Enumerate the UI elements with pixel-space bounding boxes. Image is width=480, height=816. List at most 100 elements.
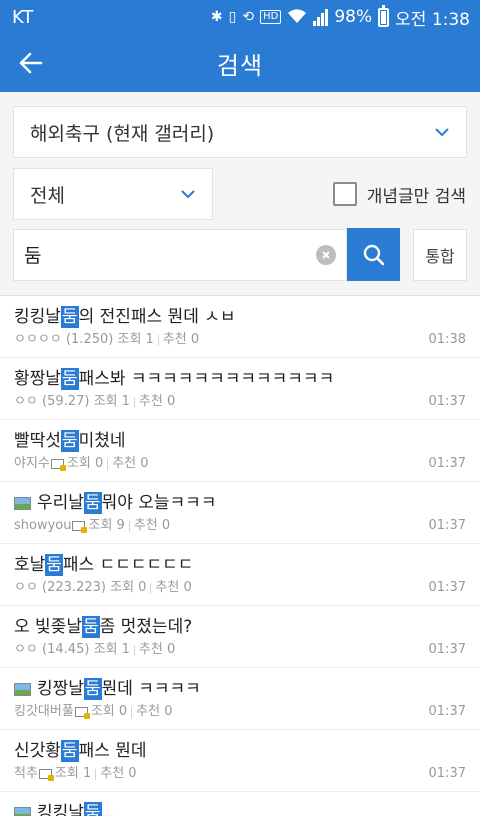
search-form: 해외축구 (현재 갤러리) 전체 개념글만 검색 둠 통합 (0, 92, 480, 296)
result-item[interactable]: 킹킹날 둠 의 전진패스 뭔데 ㅅㅂ ㅇㅇㅇㅇ (1.250) 조회 1 추천 0 01:… (0, 296, 480, 358)
result-recommend: 추천 0 (138, 642, 176, 657)
result-time: 01:37 (428, 518, 466, 533)
result-meta: 킹갓대버풀 조회 0 추천 0 (14, 704, 466, 720)
concept-only-label: 개념글만 검색 (366, 186, 466, 207)
result-list: 킹킹날 둠 의 전진패스 뭔데 ㅅㅂ ㅇㅇㅇㅇ (1.250) 조회 1 추천 0 01:… (0, 296, 480, 816)
result-title-post: 뭐야 오늘ㅋㅋㅋ (101, 493, 217, 513)
search-input[interactable] (24, 243, 284, 266)
result-title-highlight: 둠 (60, 306, 79, 328)
result-views: 조회 0 (90, 704, 128, 719)
battery-icon (378, 4, 390, 27)
result-author: ㅇㅇ (14.45) (14, 642, 90, 657)
result-time: 01:37 (428, 456, 466, 471)
image-attachment-icon (14, 806, 31, 816)
meta-divider (150, 582, 152, 594)
result-views: 조회 0 (110, 580, 147, 595)
fixed-nick-icon (74, 707, 90, 719)
result-title-pre: 호날 (14, 555, 46, 575)
result-title-highlight: 둠 (60, 430, 79, 452)
search-button[interactable] (347, 228, 400, 281)
result-title: 호날 둠 패스 ㄷㄷㄷㄷㄷㄷ (14, 554, 466, 576)
page-title: 검색 (216, 51, 264, 80)
result-title-pre: 킹킹날 (37, 803, 84, 816)
result-recommend: 추천 0 (138, 394, 176, 409)
back-arrow-icon (19, 52, 43, 74)
result-title-post: 패스 뭔데 (78, 741, 147, 761)
result-item[interactable]: 킹킹날 둠... (0, 792, 480, 816)
result-recommend: 추천 0 (133, 518, 171, 533)
meta-divider (157, 334, 159, 346)
result-title-post: ... (101, 803, 118, 816)
scope-select[interactable]: 전체 (13, 168, 213, 220)
result-item[interactable]: 호날 둠 패스 ㄷㄷㄷㄷㄷㄷ ㅇㅇ (223.223) 조회 0 추천 0 01:37 (0, 544, 480, 606)
result-title-pre: 킹짱날 (37, 679, 84, 699)
result-title-highlight: 둠 (83, 492, 102, 514)
result-item[interactable]: 킹짱날 둠 뭔데 ㅋㅋㅋㅋ 킹갓대버풀 조회 0 추천 0 01:37 (0, 668, 480, 730)
result-author: ㅇㅇ (223.223) (14, 580, 106, 595)
status-icons: ✱ ▯ ⟲ HD 98% 오전 1:38 (210, 4, 470, 30)
image-attachment-icon (14, 682, 31, 696)
scope-select-value: 전체 (30, 184, 65, 207)
result-views: 조회 0 (66, 456, 104, 471)
clock: 오전 1:38 (395, 9, 470, 30)
meta-divider (131, 706, 133, 718)
app-bar: 검색 (0, 34, 480, 92)
result-title: 황짱날 둠 패스봐 ㅋㅋㅋㅋㅋㅋㅋㅋㅋㅋㅋㅋㅋ (14, 368, 466, 390)
result-meta: 척추 조회 1 추천 0 (14, 766, 466, 782)
result-title-highlight: 둠 (81, 616, 100, 638)
meta-divider (133, 396, 135, 408)
hd-icon: HD (260, 10, 282, 24)
result-title-post: 미쳤네 (78, 431, 126, 451)
chevron-down-icon (181, 190, 195, 199)
result-author: ㅇㅇ (59.27) (14, 394, 90, 409)
result-title-post: 패스봐 ㅋㅋㅋㅋㅋㅋㅋㅋㅋㅋㅋㅋㅋ (78, 369, 335, 389)
fixed-nick-icon (38, 769, 54, 781)
result-meta: ㅇㅇ (14.45) 조회 1 추천 0 (14, 642, 466, 658)
result-time: 01:37 (428, 394, 466, 409)
image-attachment-icon (14, 496, 31, 510)
result-title-post: 패스 ㄷㄷㄷㄷㄷㄷ (62, 555, 194, 575)
result-item[interactable]: 오 빛좆날 둠 좀 멋졌는데? ㅇㅇ (14.45) 조회 1 추천 0 01:37 (0, 606, 480, 668)
concept-only-checkbox[interactable] (332, 182, 357, 206)
search-field[interactable] (13, 228, 347, 281)
result-views: 조회 1 (93, 394, 130, 409)
result-item[interactable]: 신갓황 둠 패스 뭔데 척추 조회 1 추천 0 01:37 (0, 730, 480, 792)
chevron-down-icon (435, 128, 449, 137)
result-title-pre: 황짱날 (14, 369, 61, 389)
result-title: 빨딱섯 둠 미쳤네 (14, 430, 466, 452)
result-recommend: 추천 0 (162, 332, 200, 347)
gallery-select[interactable]: 해외축구 (현재 갤러리) (13, 106, 467, 158)
rotate-icon: ⟲ (242, 9, 255, 25)
result-title: 오 빛좆날 둠 좀 멋졌는데? (14, 616, 466, 638)
result-item[interactable]: 빨딱섯 둠 미쳤네 야지수 조회 0 추천 0 01:37 (0, 420, 480, 482)
result-author: 척추 (14, 766, 38, 781)
wifi-icon (287, 8, 307, 27)
result-item[interactable]: 황짱날 둠 패스봐 ㅋㅋㅋㅋㅋㅋㅋㅋㅋㅋㅋㅋㅋㅇㅇ (59.27) 조회 1 추천 … (0, 358, 480, 420)
back-button[interactable] (14, 46, 48, 80)
result-item[interactable]: 우리날 둠 뭐야 오늘ㅋㅋㅋ showyou 조회 9 추천 0 01:37 (0, 482, 480, 544)
search-row: 통합 (13, 228, 467, 281)
result-views: 조회 1 (54, 766, 92, 781)
result-meta: ㅇㅇ (59.27) 조회 1 추천 0 (14, 394, 466, 410)
result-recommend: 추천 0 (136, 704, 173, 719)
result-views: 조회 1 (93, 642, 130, 657)
result-title: 킹짱날 둠 뭔데 ㅋㅋㅋㅋ (14, 678, 466, 700)
result-meta: ㅇㅇㅇㅇ (1.250) 조회 1 추천 0 (14, 332, 466, 348)
result-time: 01:38 (428, 332, 466, 347)
bluetooth-icon: ✱ (210, 9, 223, 25)
concept-only-toggle[interactable]: 개념글만 검색 (332, 182, 467, 207)
result-title-highlight: 둠 (45, 554, 63, 576)
result-views: 조회 1 (117, 332, 154, 347)
result-title: 킹킹날 둠... (14, 802, 466, 816)
meta-divider (107, 458, 109, 470)
result-author: showyou (14, 518, 72, 533)
meta-divider (95, 768, 97, 780)
search-icon (363, 244, 384, 265)
result-title-highlight: 둠 (60, 368, 79, 390)
integrated-search-button[interactable]: 통합 (413, 228, 467, 281)
result-title-highlight: 둠 (60, 740, 79, 762)
result-title: 킹킹날 둠 의 전진패스 뭔데 ㅅㅂ (14, 306, 466, 328)
result-author: 킹갓대버풀 (14, 704, 74, 719)
carrier-label: KT (12, 6, 34, 28)
clear-button[interactable] (316, 244, 336, 265)
